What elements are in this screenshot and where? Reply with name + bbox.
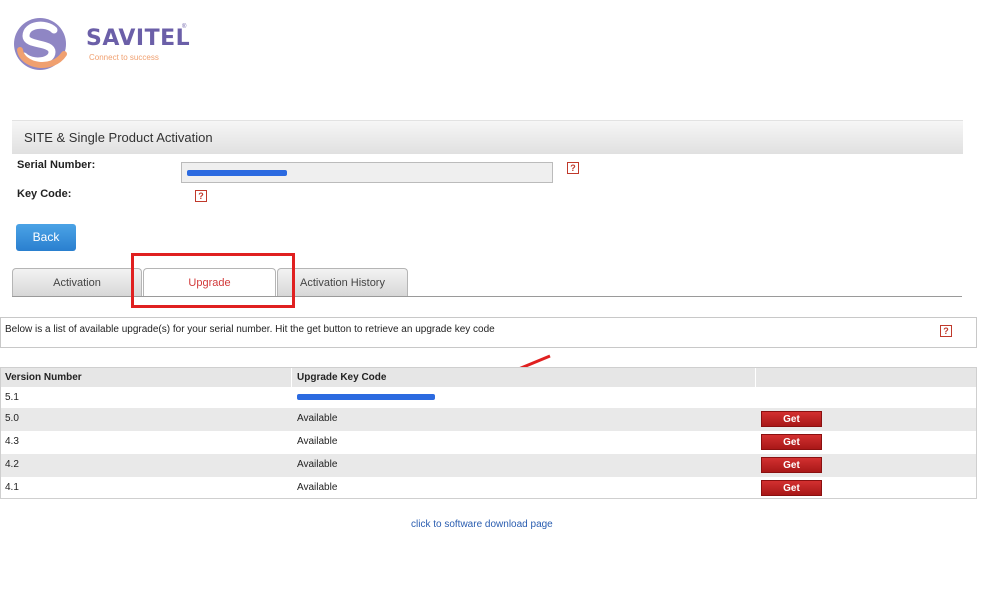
savitel-logo-icon [14,18,67,70]
key-code-label: Key Code: [17,188,72,200]
upgrade-tab-highlight [131,253,295,308]
row-version: 4.3 [5,436,19,447]
tab-activation-history[interactable]: Activation History [277,268,408,296]
row-version: 5.1 [5,392,19,403]
info-help-icon[interactable]: ? [940,325,952,337]
brand-tagline: Connect to success [89,53,159,62]
upgrade-info-text: Below is a list of available upgrade(s) … [5,324,495,335]
row-key-status: Available [297,413,338,424]
get-button[interactable]: Get [761,411,822,427]
panel-title: SITE & Single Product Activation [24,130,213,145]
serial-help-icon[interactable]: ? [567,162,579,174]
trademark-mark: ® [182,24,187,30]
back-button[interactable]: Back [16,224,76,251]
tab-activation[interactable]: Activation [12,268,142,296]
row-key-status: Available [297,436,338,447]
row-version: 4.2 [5,459,19,470]
get-button[interactable]: Get [761,434,822,450]
brand-name: SAVITEL [86,26,191,51]
table-header-row: Version Number Upgrade Key Code [1,368,976,387]
serial-number-redaction [187,170,287,176]
table-row: 5.1 [1,387,976,410]
table-row: 4.2 Available Get [1,454,976,477]
row-key-status: Available [297,459,338,470]
get-button[interactable]: Get [761,457,822,473]
row-version: 4.1 [5,482,19,493]
panel-header: SITE & Single Product Activation [12,120,963,154]
header-upgrade-key-code: Upgrade Key Code [297,372,387,383]
header-version-number: Version Number [5,372,82,383]
table-row: 5.0 Available Get [1,408,976,431]
serial-number-field[interactable] [181,162,553,183]
column-divider [291,368,292,387]
savitel-logo: SAVITEL ® Connect to success [12,16,190,74]
column-divider [755,368,756,387]
key-code-help-icon[interactable]: ? [195,190,207,202]
row-key-status: Available [297,482,338,493]
serial-number-label: Serial Number: [17,159,96,171]
table-row: 4.3 Available Get [1,431,976,454]
table-row: 4.1 Available Get [1,477,976,500]
row-version: 5.0 [5,413,19,424]
upgrades-table: Version Number Upgrade Key Code 5.1 5.0 … [0,367,977,499]
get-button[interactable]: Get [761,480,822,496]
upgrade-key-redaction [297,394,435,400]
upgrade-info-box: Below is a list of available upgrade(s) … [0,317,977,348]
software-download-link[interactable]: click to software download page [411,519,553,530]
